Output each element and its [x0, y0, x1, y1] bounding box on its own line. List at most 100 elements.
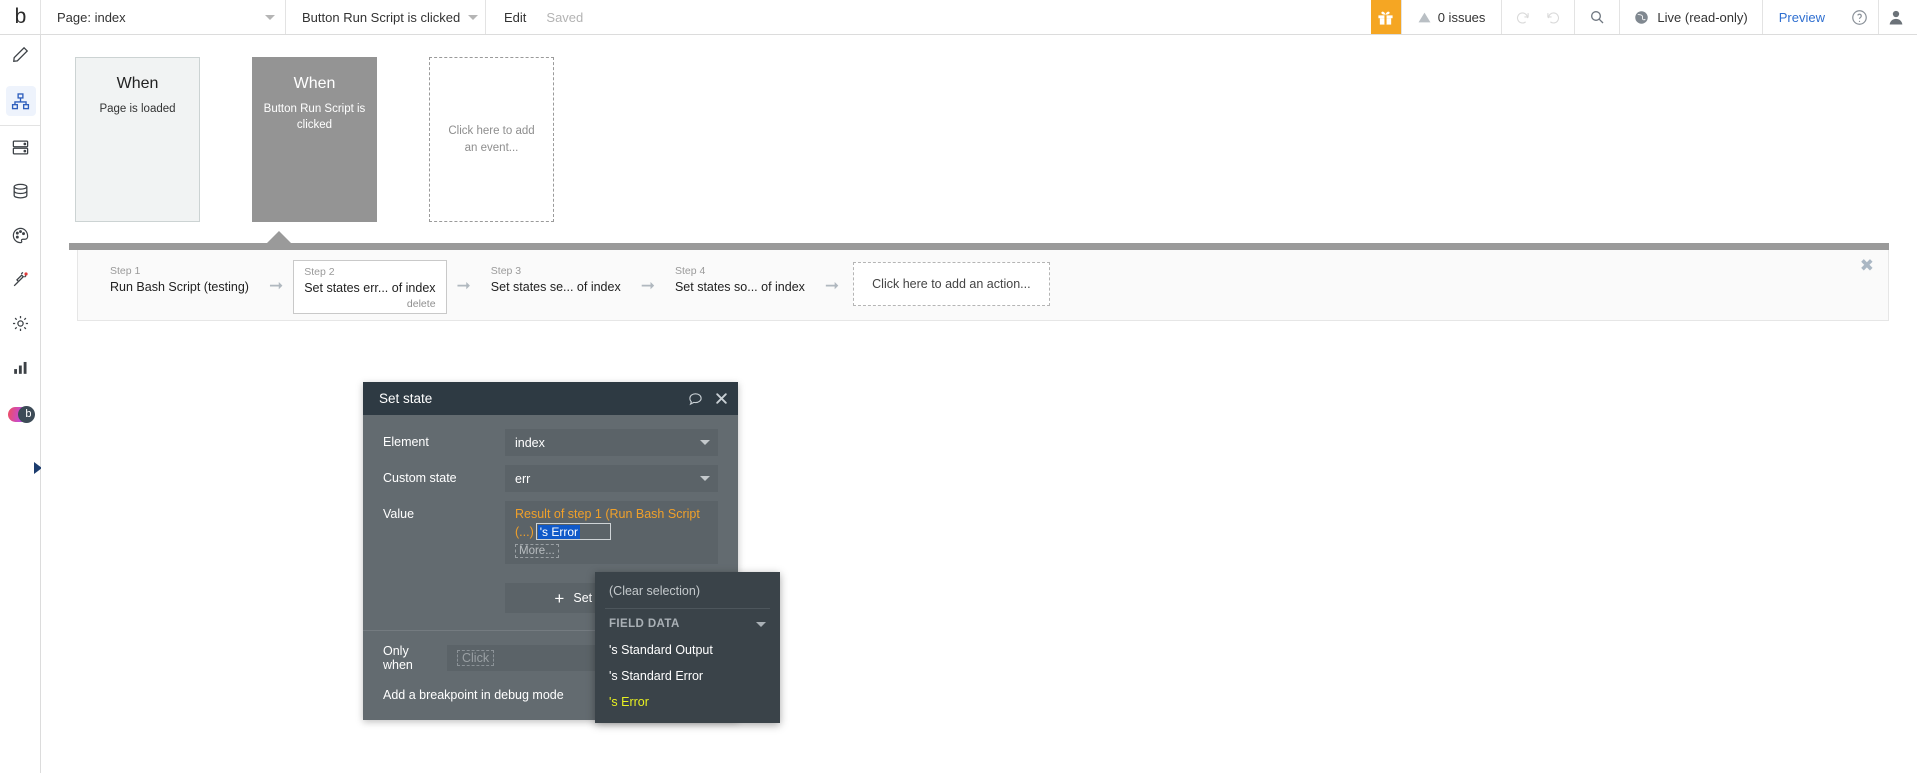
arrow-right-icon: ➞ — [268, 276, 284, 296]
step-title: Set states se... of index — [490, 280, 621, 294]
chevron-down-icon — [756, 621, 766, 627]
sidebar-item-logs[interactable] — [0, 348, 41, 392]
step-number: Step 1 — [110, 265, 141, 277]
search-icon[interactable] — [1575, 0, 1621, 34]
close-icon[interactable]: ✖ — [1860, 258, 1874, 275]
step-title: Run Bash Script (testing) — [110, 280, 249, 294]
dropdown-option-error[interactable]: 's Error — [595, 689, 780, 715]
dropdown-option-standard-output[interactable]: 's Standard Output — [595, 637, 780, 663]
issues-label: 0 issues — [1437, 9, 1486, 25]
database-cylinder-icon — [11, 182, 30, 206]
chevron-down-icon — [700, 440, 710, 445]
element-label: Element — [383, 435, 429, 449]
sidebar-item-design[interactable] — [0, 35, 41, 79]
arrow-right-icon: ➞ — [824, 276, 840, 296]
top-toolbar: b Page: index Button Run Script is click… — [0, 0, 1917, 35]
workflow-steps-panel: ✖ Step 1 Run Bash Script (testing) ➞ Ste… — [77, 250, 1889, 321]
sidebar-item-plugins[interactable] — [0, 260, 41, 304]
value-search-selection: 's Error — [537, 525, 581, 539]
preview-button[interactable]: Preview — [1763, 0, 1841, 34]
page-selector[interactable]: Page: index — [41, 0, 286, 34]
pencil-icon — [11, 45, 30, 69]
sidebar-item-layout[interactable] — [0, 128, 41, 172]
dropdown-group-field-data[interactable]: FIELD DATA — [595, 613, 780, 637]
custom-state-select[interactable]: err — [505, 465, 718, 492]
element-value: index — [515, 435, 545, 450]
sidebar-item-settings[interactable] — [0, 304, 41, 348]
undo-redo-group — [1502, 0, 1576, 34]
panel-divider — [69, 243, 1889, 250]
event-when-label: When — [116, 75, 159, 92]
event-selector-label: Button Run Script is clicked — [302, 9, 461, 25]
workflow-step[interactable]: Step 4 Set states so... of index — [665, 260, 815, 298]
issues-indicator[interactable]: 0 issues — [1400, 0, 1503, 34]
step-title: Set states so... of index — [674, 280, 805, 294]
plus-icon: + — [554, 588, 565, 608]
workflow-step-selected[interactable]: Step 2 Set states err... of index delete — [293, 260, 447, 314]
live-mode-label: Live (read-only) — [1657, 9, 1748, 25]
event-description: Button Run Script is clicked — [263, 103, 366, 131]
dropdown-group-label: FIELD DATA — [609, 618, 680, 630]
dropdown-clear-selection[interactable]: (Clear selection) — [595, 578, 780, 604]
event-selector[interactable]: Button Run Script is clicked — [286, 0, 486, 34]
event-card-page-loaded[interactable]: When Page is loaded — [75, 57, 200, 222]
sidebar-item-styles[interactable] — [0, 216, 41, 260]
chevron-down-icon — [265, 14, 275, 20]
palette-icon — [11, 226, 30, 250]
bubble-logo-icon[interactable]: b — [0, 0, 41, 34]
event-card-button-clicked[interactable]: When Button Run Script is clicked — [252, 57, 377, 222]
value-more-link[interactable]: More... — [515, 544, 559, 558]
question-circle-icon[interactable] — [1841, 0, 1878, 34]
dialog-title: Set state — [379, 391, 433, 406]
page-selector-label: Page: index — [57, 9, 126, 25]
only-when-label: Only when — [383, 644, 413, 672]
user-avatar-icon[interactable] — [1878, 0, 1917, 34]
value-expression-editor[interactable]: Result of step 1 (Run Bash Script (...) '… — [505, 501, 718, 564]
step-delete-link[interactable]: delete — [304, 297, 436, 311]
add-event-card[interactable]: Click here to add an event... — [429, 57, 554, 222]
step-number: Step 2 — [304, 266, 335, 278]
value-label: Value — [383, 507, 415, 521]
custom-state-row: Custom state err — [383, 465, 718, 492]
bar-chart-icon — [11, 358, 30, 382]
bubble-pill: b — [7, 405, 35, 423]
event-description: Page is loaded — [99, 103, 176, 115]
toolbar-right-group: 0 issues Live (read-only) Preview — [1370, 0, 1917, 34]
sidebar-divider — [0, 125, 40, 126]
dropdown-option-standard-error[interactable]: 's Standard Error — [595, 663, 780, 689]
redo-icon[interactable] — [1546, 10, 1561, 25]
live-mode-selector[interactable]: Live (read-only) — [1620, 0, 1763, 34]
arrow-right-icon: ➞ — [640, 276, 655, 296]
event-when-label: When — [293, 75, 336, 92]
speech-bubble-icon[interactable] — [688, 391, 703, 406]
custom-state-value: err — [515, 471, 531, 486]
workflow-canvas: When Page is loaded When Button Run Scri… — [41, 35, 1917, 773]
workflow-step[interactable]: Step 1 Run Bash Script (testing) — [100, 260, 259, 298]
step-number: Step 4 — [674, 265, 706, 277]
gift-icon[interactable] — [1370, 0, 1401, 34]
event-card-list: When Page is loaded When Button Run Scri… — [75, 57, 554, 222]
element-select[interactable]: index — [505, 429, 718, 456]
sidebar-item-workflow[interactable] — [0, 79, 41, 123]
sidebar-item-database[interactable] — [0, 172, 41, 216]
element-row: Element index — [383, 429, 718, 456]
dialog-body: Element index Custom state err Value Res… — [363, 415, 738, 564]
only-when-placeholder: Click — [457, 650, 495, 666]
undo-icon[interactable] — [1515, 10, 1530, 25]
field-data-dropdown: (Clear selection) FIELD DATA 's Standard… — [595, 572, 780, 723]
globe-icon — [1635, 10, 1649, 24]
plug-icon — [11, 270, 30, 294]
value-row: Value Result of step 1 (Run Bash Script … — [383, 501, 718, 564]
left-sidebar: b — [0, 35, 42, 773]
dialog-header: Set state — [363, 382, 738, 415]
workflow-step[interactable]: Step 3 Set states se... of index — [481, 260, 631, 298]
chevron-down-icon — [468, 14, 479, 20]
bubble-logo-icon[interactable]: b — [0, 392, 41, 436]
arrow-right-icon: ➞ — [456, 276, 471, 296]
close-icon[interactable] — [715, 392, 728, 405]
edit-button[interactable]: Edit — [504, 10, 526, 25]
add-action-button[interactable]: Click here to add an action... — [853, 262, 1050, 306]
bubble-logo-letter: b — [25, 407, 32, 420]
value-search-input[interactable]: 's Error — [535, 523, 611, 540]
step-number: Step 3 — [490, 265, 522, 277]
